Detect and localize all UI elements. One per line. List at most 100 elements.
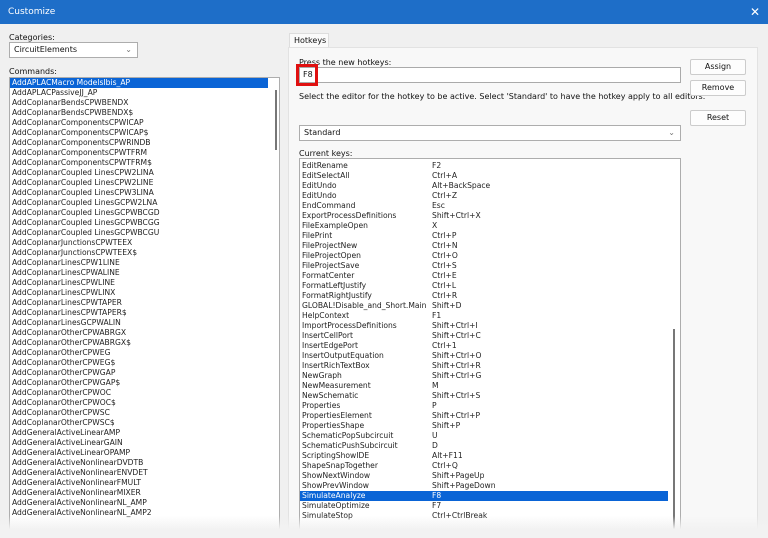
command-item[interactable]: AddCoplanarOtherCPWABRGX xyxy=(10,328,268,338)
command-item[interactable]: AddCoplanarBendsCPWBENDX xyxy=(10,98,268,108)
command-item[interactable]: AddCoplanarLinesCPWTAPER xyxy=(10,298,268,308)
current-keys-list[interactable]: EditRename F2 EditSelectAll Ctrl+A EditUndo A… xyxy=(299,158,681,538)
highlight-box xyxy=(296,64,318,86)
command-item[interactable]: AddAPLACPassiveJJ_AP xyxy=(10,88,268,98)
key-row[interactable]: InsertOutputEquation Shift+Ctrl+O xyxy=(300,351,668,361)
key-row[interactable]: FileExampleOpen X xyxy=(300,221,668,231)
key-shortcut: Shift+P xyxy=(432,421,461,430)
key-row[interactable]: FilePrint Ctrl+P xyxy=(300,231,668,241)
key-row[interactable]: Properties P xyxy=(300,401,668,411)
key-row[interactable]: SchematicPopSubcircuit U xyxy=(300,431,668,441)
key-row[interactable]: SimulateOptimize F7 xyxy=(300,501,668,511)
command-item[interactable]: AddCoplanarOtherCPWSC xyxy=(10,408,268,418)
key-row[interactable]: FormatCenter Ctrl+E xyxy=(300,271,668,281)
key-command: FormatLeftJustify xyxy=(302,281,367,290)
command-item[interactable]: AddCoplanarJunctionsCPWTEEX xyxy=(10,238,268,248)
key-row[interactable]: SimulateAnalyze F8 xyxy=(300,491,668,501)
close-icon[interactable]: ✕ xyxy=(750,0,760,24)
key-row[interactable]: PropertiesShape Shift+P xyxy=(300,421,668,431)
key-row[interactable]: EndCommand Esc xyxy=(300,201,668,211)
key-command: PropertiesElement xyxy=(302,411,372,420)
command-item[interactable]: AddCoplanarCoupled LinesGCPW2LNA xyxy=(10,198,268,208)
key-row[interactable]: FileProjectSave Ctrl+S xyxy=(300,261,668,271)
command-item[interactable]: AddCoplanarOtherCPWEG xyxy=(10,348,268,358)
key-row[interactable]: EditUndo Ctrl+Z xyxy=(300,191,668,201)
command-item[interactable]: AddCoplanarCoupled LinesGCPWBCGU xyxy=(10,228,268,238)
command-item[interactable]: AddCoplanarOtherCPWOC xyxy=(10,388,268,398)
command-item[interactable]: AddCoplanarOtherCPWOC$ xyxy=(10,398,268,408)
key-row[interactable]: ShowNextWindow Shift+PageUp xyxy=(300,471,668,481)
command-item[interactable]: AddCoplanarComponentsCPWRINDB xyxy=(10,138,268,148)
key-row[interactable]: FormatLeftJustify Ctrl+L xyxy=(300,281,668,291)
key-shortcut: F1 xyxy=(432,311,442,320)
command-item[interactable]: AddCoplanarCoupled LinesCPW2LINE xyxy=(10,178,268,188)
key-shortcut: X xyxy=(432,221,438,230)
command-item[interactable]: AddCoplanarOtherCPWEG$ xyxy=(10,358,268,368)
command-item[interactable]: AddCoplanarJunctionsCPWTEEX$ xyxy=(10,248,268,258)
reset-button[interactable]: Reset xyxy=(690,110,746,126)
command-item[interactable]: AddGeneralActiveLinearOPAMP xyxy=(10,448,268,458)
key-row[interactable]: NewGraph Shift+Ctrl+G xyxy=(300,371,668,381)
command-item[interactable]: AddCoplanarLinesCPWTAPER$ xyxy=(10,308,268,318)
key-row[interactable]: GLOBAL!Disable_and_Short.Main Shift+D xyxy=(300,301,668,311)
key-row[interactable]: EditRename F2 xyxy=(300,161,668,171)
key-row[interactable]: EditSelectAll Ctrl+A xyxy=(300,171,668,181)
key-row[interactable]: FormatRightJustify Ctrl+R xyxy=(300,291,668,301)
command-item[interactable]: AddGeneralActiveNonlinearMIXER xyxy=(10,488,268,498)
command-item[interactable]: AddCoplanarLinesCPWALINE xyxy=(10,268,268,278)
command-item[interactable]: AddCoplanarLinesCPW1LINE xyxy=(10,258,268,268)
command-item[interactable]: AddGeneralActiveNonlinearFMULT xyxy=(10,478,268,488)
command-item[interactable]: AddCoplanarBendsCPWBENDX$ xyxy=(10,108,268,118)
key-row[interactable]: InsertEdgePort Ctrl+1 xyxy=(300,341,668,351)
key-row[interactable]: FileProjectNew Ctrl+N xyxy=(300,241,668,251)
key-row[interactable]: SchematicPushSubcircuit D xyxy=(300,441,668,451)
remove-button[interactable]: Remove xyxy=(690,80,746,96)
command-item[interactable]: AddGeneralActiveLinearGAIN xyxy=(10,438,268,448)
key-row[interactable]: ShapeSnapTogether Ctrl+Q xyxy=(300,461,668,471)
command-item[interactable]: AddGeneralActiveNonlinearDVDTB xyxy=(10,458,268,468)
key-row[interactable]: ScriptingShowIDE Alt+F11 xyxy=(300,451,668,461)
commands-scrollbar[interactable] xyxy=(275,90,277,150)
key-row[interactable]: EditUndo Alt+BackSpace xyxy=(300,181,668,191)
key-row[interactable]: HelpContext F1 xyxy=(300,311,668,321)
key-row[interactable]: ExportProcessDefinitions Shift+Ctrl+X xyxy=(300,211,668,221)
key-row[interactable]: InsertCellPort Shift+Ctrl+C xyxy=(300,331,668,341)
key-command: InsertRichTextBox xyxy=(302,361,370,370)
command-item[interactable]: AddCoplanarComponentsCPWTFRM$ xyxy=(10,158,268,168)
tab-hotkeys[interactable]: Hotkeys xyxy=(289,33,329,47)
key-row[interactable]: NewMeasurement M xyxy=(300,381,668,391)
command-item[interactable]: AddCoplanarOtherCPWGAP$ xyxy=(10,378,268,388)
command-item[interactable]: AddCoplanarComponentsCPWICAP$ xyxy=(10,128,268,138)
key-row[interactable]: FileProjectOpen Ctrl+O xyxy=(300,251,668,261)
chevron-down-icon: ⌄ xyxy=(668,128,675,137)
command-item[interactable]: AddCoplanarOtherCPWSC$ xyxy=(10,418,268,428)
assign-button[interactable]: Assign xyxy=(690,59,746,75)
command-item[interactable]: AddCoplanarComponentsCPWICAP xyxy=(10,118,268,128)
key-row[interactable]: InsertRichTextBox Shift+Ctrl+R xyxy=(300,361,668,371)
command-item[interactable]: AddCoplanarLinesCPWLINX xyxy=(10,288,268,298)
command-item[interactable]: AddGeneralActiveNonlinearENVDET xyxy=(10,468,268,478)
key-command: EditUndo xyxy=(302,191,337,200)
command-item[interactable]: AddCoplanarCoupled LinesCPW3LINA xyxy=(10,188,268,198)
key-shortcut: Shift+Ctrl+R xyxy=(432,361,481,370)
key-row[interactable]: NewSchematic Shift+Ctrl+S xyxy=(300,391,668,401)
command-item[interactable]: AddCoplanarCoupled LinesGCPWBCGD xyxy=(10,208,268,218)
command-item[interactable]: AddGeneralActiveLinearAMP xyxy=(10,428,268,438)
command-item[interactable]: AddCoplanarOtherCPWABRGX$ xyxy=(10,338,268,348)
command-item[interactable]: AddCoplanarLinesGCPWALIN xyxy=(10,318,268,328)
command-item[interactable]: AddCoplanarLinesCPWLINE xyxy=(10,278,268,288)
commands-list[interactable]: AddAPLACMacro ModelsIbis_AP AddAPLACPassi… xyxy=(9,77,280,538)
key-row[interactable]: ShowPrevWindow Shift+PageDown xyxy=(300,481,668,491)
key-row[interactable]: ImportProcessDefinitions Shift+Ctrl+I xyxy=(300,321,668,331)
editor-dropdown[interactable]: Standard ⌄ xyxy=(299,125,681,141)
command-item[interactable]: AddAPLACMacro ModelsIbis_AP xyxy=(10,78,268,88)
keys-scrollbar[interactable] xyxy=(673,329,675,537)
command-item[interactable]: AddCoplanarComponentsCPWTFRM xyxy=(10,148,268,158)
categories-dropdown[interactable]: CircuitElements ⌄ xyxy=(9,42,138,58)
command-item[interactable]: AddCoplanarOtherCPWGAP xyxy=(10,368,268,378)
command-item[interactable]: AddGeneralActiveNonlinearNL_AMP xyxy=(10,498,268,508)
command-item[interactable]: AddCoplanarCoupled LinesGCPWBCGG xyxy=(10,218,268,228)
command-item[interactable]: AddCoplanarCoupled LinesCPW2LINA xyxy=(10,168,268,178)
key-row[interactable]: PropertiesElement Shift+Ctrl+P xyxy=(300,411,668,421)
new-hotkey-input[interactable]: F8 xyxy=(299,67,681,83)
